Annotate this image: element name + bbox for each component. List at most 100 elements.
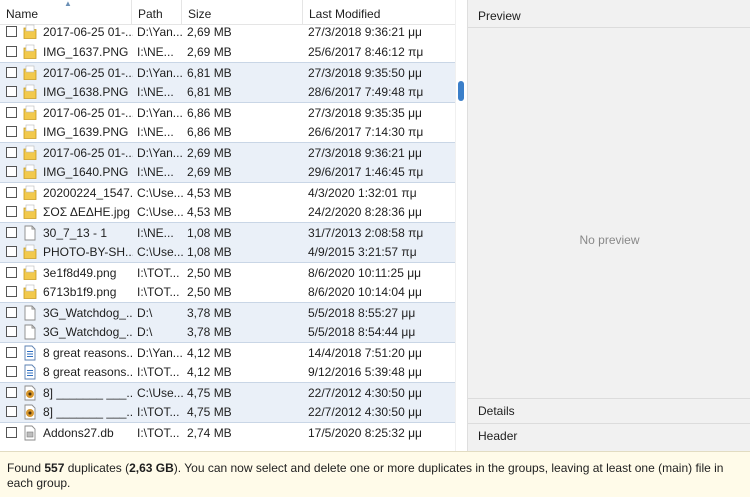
status-mid: duplicates ( bbox=[64, 461, 130, 475]
file-path: D:\Yan... bbox=[137, 146, 183, 160]
file-modified: 27/3/2018 9:35:50 μμ bbox=[308, 66, 422, 80]
table-row[interactable]: 8 great reasons... D:\Yan... 4,12 MB 14/4/2… bbox=[0, 342, 455, 362]
vertical-scrollbar[interactable] bbox=[455, 0, 467, 451]
table-row[interactable]: 3G_Watchdog_... D:\ 3,78 MB 5/5/2018 8:55:2… bbox=[0, 302, 455, 322]
file-size: 4,12 MB bbox=[187, 346, 232, 360]
table-row[interactable]: PHOTO-BY-SH... C:\Use... 1,08 MB 4/9/2015 3… bbox=[0, 242, 455, 262]
file-name: IMG_1639.PNG bbox=[43, 125, 129, 139]
row-checkbox[interactable] bbox=[6, 347, 17, 358]
file-size: 2,50 MB bbox=[187, 266, 232, 280]
file-modified: 8/6/2020 10:11:25 μμ bbox=[308, 266, 422, 280]
row-checkbox[interactable] bbox=[6, 227, 17, 238]
row-checkbox[interactable] bbox=[6, 166, 17, 177]
table-row[interactable]: 8] _______ ___... C:\Use... 4,75 MB 22/7/20… bbox=[0, 382, 455, 402]
header-section-title[interactable]: Header bbox=[478, 429, 517, 443]
file-name: ΣΟΣ ΔΕΔΗΕ.jpg bbox=[43, 205, 130, 219]
row-checkbox[interactable] bbox=[6, 246, 17, 257]
row-checkbox[interactable] bbox=[6, 126, 17, 137]
row-checkbox[interactable] bbox=[6, 107, 17, 118]
folder-file-icon bbox=[23, 204, 37, 220]
divider bbox=[468, 398, 750, 399]
folder-file-icon bbox=[23, 244, 37, 260]
folder-file-icon bbox=[23, 24, 37, 40]
file-path: I:\NE... bbox=[137, 165, 174, 179]
file-size: 2,69 MB bbox=[187, 45, 232, 59]
file-modified: 14/4/2018 7:51:20 μμ bbox=[308, 346, 422, 360]
file-modified: 4/9/2015 3:21:57 πμ bbox=[308, 245, 417, 259]
file-size: 4,12 MB bbox=[187, 365, 232, 379]
row-checkbox[interactable] bbox=[6, 46, 17, 57]
row-checkbox[interactable] bbox=[6, 187, 17, 198]
folder-file-icon bbox=[23, 84, 37, 100]
table-row[interactable]: 3G_Watchdog_... D:\ 3,78 MB 5/5/2018 8:54:4… bbox=[0, 322, 455, 342]
file-modified: 28/6/2017 7:49:48 πμ bbox=[308, 85, 424, 99]
file-modified: 27/3/2018 9:35:35 μμ bbox=[308, 106, 422, 120]
row-checkbox[interactable] bbox=[6, 67, 17, 78]
row-checkbox[interactable] bbox=[6, 307, 17, 318]
table-row[interactable]: 2017-06-25 01-... D:\Yan... 2,69 MB 27/3/20… bbox=[0, 142, 455, 162]
scrollbar-thumb[interactable] bbox=[458, 81, 464, 101]
row-checkbox[interactable] bbox=[6, 267, 17, 278]
document-file-icon bbox=[23, 345, 37, 361]
row-checkbox[interactable] bbox=[6, 147, 17, 158]
column-header-size[interactable]: Size bbox=[182, 0, 303, 24]
file-name: 2017-06-25 01-... bbox=[43, 106, 133, 120]
details-section-title[interactable]: Details bbox=[478, 404, 515, 418]
file-size: 1,08 MB bbox=[187, 226, 232, 240]
file-size: 6,86 MB bbox=[187, 106, 232, 120]
file-size: 6,86 MB bbox=[187, 125, 232, 139]
table-row[interactable]: 20200224_1547... C:\Use... 4,53 MB 4/3/2020… bbox=[0, 182, 455, 202]
table-row[interactable]: IMG_1638.PNG I:\NE... 6,81 MB 28/6/2017 7:4… bbox=[0, 82, 455, 102]
table-row[interactable]: 2017-06-25 01-... D:\Yan... 6,86 MB 27/3/20… bbox=[0, 102, 455, 122]
table-row[interactable]: 3e1f8d49.png I:\TOT... 2,50 MB 8/6/2020 10:… bbox=[0, 262, 455, 282]
file-name: 30_7_13 - 1 bbox=[43, 226, 108, 240]
row-checkbox[interactable] bbox=[6, 326, 17, 337]
file-path: I:\TOT... bbox=[137, 426, 180, 440]
row-checkbox[interactable] bbox=[6, 427, 17, 438]
table-row[interactable]: Addons27.db I:\TOT... 2,74 MB 17/5/2020 8:2… bbox=[0, 422, 455, 442]
file-path: D:\ bbox=[137, 306, 153, 320]
file-path: I:\NE... bbox=[137, 226, 174, 240]
document-file-icon bbox=[23, 364, 37, 380]
file-size: 3,78 MB bbox=[187, 306, 232, 320]
file-path: I:\NE... bbox=[137, 45, 174, 59]
file-path: D:\ bbox=[137, 325, 153, 339]
row-checkbox[interactable] bbox=[6, 366, 17, 377]
file-path: I:\NE... bbox=[137, 85, 174, 99]
database-file-icon bbox=[23, 425, 37, 441]
file-path: I:\TOT... bbox=[137, 405, 180, 419]
table-row[interactable]: 8] _______ ___... I:\TOT... 4,75 MB 22/7/20… bbox=[0, 402, 455, 422]
table-row[interactable]: IMG_1640.PNG I:\NE... 2,69 MB 29/6/2017 1:4… bbox=[0, 162, 455, 182]
table-row[interactable]: 2017-06-25 01-... D:\Yan... 2,69 MB 27/3/20… bbox=[0, 22, 455, 42]
column-header-path[interactable]: Path bbox=[132, 0, 182, 24]
file-name: 2017-06-25 01-... bbox=[43, 146, 133, 160]
table-row[interactable]: 30_7_13 - 1 I:\NE... 1,08 MB 31/7/2013 2:08… bbox=[0, 222, 455, 242]
status-message: Found 557 duplicates (2,63 GB). You can … bbox=[0, 451, 750, 497]
blank-file-icon bbox=[23, 305, 37, 321]
row-checkbox[interactable] bbox=[6, 387, 17, 398]
duplicates-list: Name ▲ Path Size Last Modified 2017-06-2… bbox=[0, 0, 455, 451]
file-name: IMG_1640.PNG bbox=[43, 165, 129, 179]
row-checkbox[interactable] bbox=[6, 286, 17, 297]
table-row[interactable]: 8 great reasons... I:\TOT... 4,12 MB 9/12/2… bbox=[0, 362, 455, 382]
table-row[interactable]: 2017-06-25 01-... D:\Yan... 6,81 MB 27/3/20… bbox=[0, 62, 455, 82]
table-row[interactable]: IMG_1637.PNG I:\NE... 2,69 MB 25/6/2017 8:4… bbox=[0, 42, 455, 62]
file-path: C:\Use... bbox=[137, 245, 183, 259]
table-row[interactable]: IMG_1639.PNG I:\NE... 6,86 MB 26/6/2017 7:1… bbox=[0, 122, 455, 142]
file-modified: 27/3/2018 9:36:21 μμ bbox=[308, 25, 422, 39]
column-header-modified[interactable]: Last Modified bbox=[303, 0, 455, 24]
file-path: D:\Yan... bbox=[137, 106, 183, 120]
row-checkbox[interactable] bbox=[6, 86, 17, 97]
file-name: 20200224_1547... bbox=[43, 186, 133, 200]
row-checkbox[interactable] bbox=[6, 406, 17, 417]
file-path: D:\Yan... bbox=[137, 346, 183, 360]
table-row[interactable]: 6713b1f9.png I:\TOT... 2,50 MB 8/6/2020 10:… bbox=[0, 282, 455, 302]
row-checkbox[interactable] bbox=[6, 26, 17, 37]
table-row[interactable]: ΣΟΣ ΔΕΔΗΕ.jpg C:\Use... 4,53 MB 24/2/2020 8… bbox=[0, 202, 455, 222]
file-name: 2017-06-25 01-... bbox=[43, 25, 133, 39]
no-preview-text: No preview bbox=[579, 233, 640, 247]
row-checkbox[interactable] bbox=[6, 206, 17, 217]
file-name: 8] _______ ___... bbox=[43, 405, 133, 419]
file-name: PHOTO-BY-SH... bbox=[43, 245, 133, 259]
media-file-icon bbox=[23, 385, 37, 401]
